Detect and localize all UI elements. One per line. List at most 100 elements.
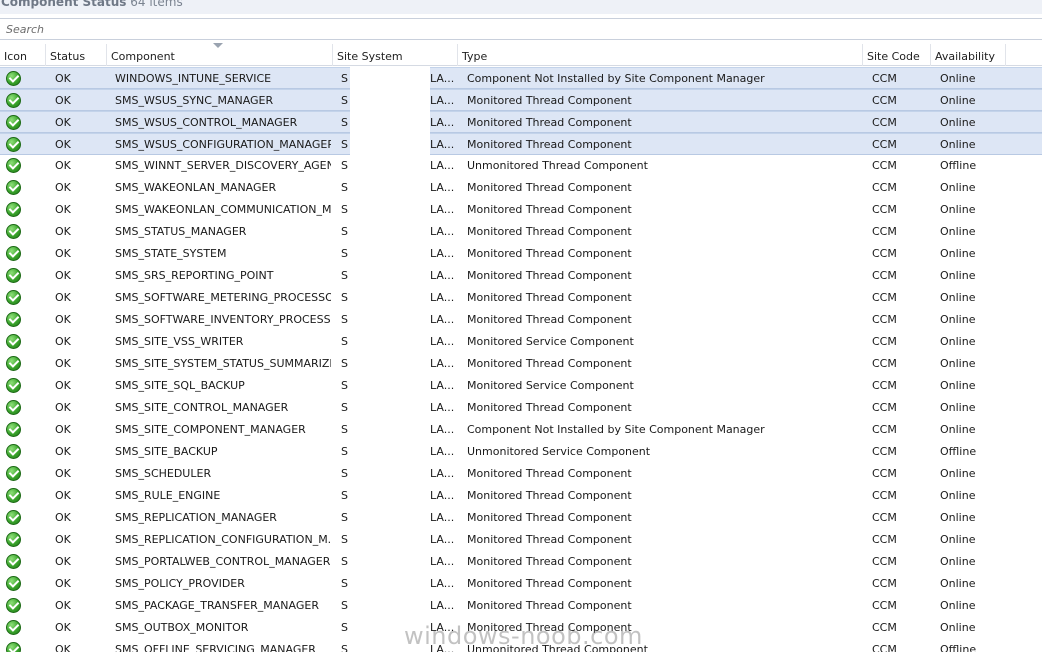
site-system-prefix: S [341, 138, 348, 151]
table-row[interactable]: OK SMS_POLICY_PROVIDER S LA... Monitored Thr… [0, 573, 1042, 595]
table-row[interactable]: OK SMS_SITE_BACKUP S LA... Unmonitored Servi… [0, 441, 1042, 463]
table-row[interactable]: OK SMS_WAKEONLAN_COMMUNICATION_M... S LA...… [0, 199, 1042, 221]
status-cell: OK [55, 511, 71, 524]
site-system-prefix: S [341, 599, 348, 612]
site-system-prefix: S [341, 72, 348, 85]
ok-check-icon [6, 576, 21, 591]
table-row[interactable]: OK SMS_SCHEDULER S LA... Monitored Thread Co… [0, 463, 1042, 485]
icon-cell [6, 265, 22, 287]
site-system-prefix: S [341, 643, 348, 652]
column-header-site-system[interactable]: Site System [333, 44, 458, 66]
status-cell: OK [55, 467, 71, 480]
site-system-prefix: S [341, 621, 348, 634]
table-row[interactable]: OK SMS_SOFTWARE_INVENTORY_PROCESSOR S LA...… [0, 309, 1042, 331]
column-header-availability[interactable]: Availability [931, 44, 1006, 66]
item-count: 64 items [130, 0, 183, 9]
icon-cell [6, 617, 22, 639]
site-system-suffix: LA... [430, 247, 455, 260]
availability-cell: Online [940, 269, 976, 282]
component-cell: SMS_REPLICATION_CONFIGURATION_M... [115, 533, 331, 546]
table-row[interactable]: OK WINDOWS_INTUNE_SERVICE S LA... Component … [0, 67, 1042, 89]
site-code-cell: CCM [872, 247, 897, 260]
status-cell: OK [55, 423, 71, 436]
table-row[interactable]: OK SMS_WAKEONLAN_MANAGER S LA... Monitored T… [0, 177, 1042, 199]
table-row[interactable]: OK SMS_WSUS_SYNC_MANAGER S LA... Monitored T… [0, 89, 1042, 111]
column-header-row: Icon Status Component Site System Type S… [0, 43, 1042, 66]
site-system-prefix: S [341, 577, 348, 590]
ok-check-icon [6, 246, 21, 261]
icon-cell [6, 485, 22, 507]
site-code-cell: CCM [872, 643, 897, 652]
site-code-cell: CCM [872, 423, 897, 436]
site-system-suffix: LA... [430, 445, 455, 458]
site-system-suffix: LA... [430, 357, 455, 370]
site-code-cell: CCM [872, 445, 897, 458]
table-row[interactable]: OK SMS_REPLICATION_MANAGER S LA... Monitored… [0, 507, 1042, 529]
table-row[interactable]: OK SMS_SITE_CONTROL_MANAGER S LA... Monitore… [0, 397, 1042, 419]
table-row[interactable]: OK SMS_SITE_SYSTEM_STATUS_SUMMARIZER S LA..… [0, 353, 1042, 375]
status-cell: OK [55, 247, 71, 260]
site-code-cell: CCM [872, 555, 897, 568]
site-code-cell: CCM [872, 269, 897, 282]
availability-cell: Online [940, 313, 976, 326]
site-system-suffix: LA... [430, 203, 455, 216]
column-header-status[interactable]: Status [46, 44, 107, 66]
ok-check-icon [6, 554, 21, 569]
status-cell: OK [55, 313, 71, 326]
availability-cell: Online [940, 357, 976, 370]
availability-cell: Online [940, 423, 976, 436]
ok-check-icon [6, 488, 21, 503]
table-row[interactable]: OK SMS_SITE_VSS_WRITER S LA... Monitored Ser… [0, 331, 1042, 353]
ok-check-icon [6, 93, 21, 108]
window-title: Component Status [1, 0, 127, 9]
type-cell: Monitored Thread Component [467, 489, 632, 502]
table-row[interactable]: OK SMS_RULE_ENGINE S LA... Monitored Thread … [0, 485, 1042, 507]
site-system-prefix: S [341, 423, 348, 436]
icon-cell [6, 177, 22, 199]
table-row[interactable]: OK SMS_STATUS_MANAGER S LA... Monitored Thre… [0, 221, 1042, 243]
site-system-suffix: LA... [430, 335, 455, 348]
table-row[interactable]: OK SMS_SITE_COMPONENT_MANAGER S LA... Compon… [0, 419, 1042, 441]
site-code-cell: CCM [872, 533, 897, 546]
status-cell: OK [55, 138, 71, 151]
component-cell: SMS_REPLICATION_MANAGER [115, 511, 277, 524]
column-header-icon[interactable]: Icon [0, 44, 46, 66]
table-row[interactable]: OK SMS_STATE_SYSTEM S LA... Monitored Thread… [0, 243, 1042, 265]
component-cell: SMS_PACKAGE_TRANSFER_MANAGER [115, 599, 319, 612]
ok-check-icon [6, 268, 21, 283]
column-header-type[interactable]: Type [458, 44, 863, 66]
status-cell: OK [55, 401, 71, 414]
site-system-suffix: LA... [430, 511, 455, 524]
ok-check-icon [6, 444, 21, 459]
table-row[interactable]: OK SMS_PACKAGE_TRANSFER_MANAGER S LA... Moni… [0, 595, 1042, 617]
table-row[interactable]: OK SMS_SITE_SQL_BACKUP S LA... Monitored Ser… [0, 375, 1042, 397]
site-system-prefix: S [341, 225, 348, 238]
table-row[interactable]: OK SMS_REPLICATION_CONFIGURATION_M... S LA.… [0, 529, 1042, 551]
site-code-cell: CCM [872, 181, 897, 194]
type-cell: Monitored Thread Component [467, 577, 632, 590]
column-header-site-code[interactable]: Site Code [863, 44, 931, 66]
ok-check-icon [6, 334, 21, 349]
type-cell: Component Not Installed by Site Componen… [467, 72, 765, 85]
availability-cell: Online [940, 72, 976, 85]
table-row[interactable]: OK SMS_WSUS_CONFIGURATION_MANAGER S LA... Mo… [0, 133, 1042, 155]
ok-check-icon [6, 71, 21, 86]
table-row[interactable]: OK SMS_PORTALWEB_CONTROL_MANAGER S LA... Mon… [0, 551, 1042, 573]
availability-cell: Online [940, 203, 976, 216]
component-cell: SMS_WSUS_CONFIGURATION_MANAGER [115, 138, 331, 151]
table-row[interactable]: OK SMS_SOFTWARE_METERING_PROCESSOR S LA... M… [0, 287, 1042, 309]
table-row[interactable]: OK SMS_WINNT_SERVER_DISCOVERY_AGENT S LA...… [0, 155, 1042, 177]
table-row[interactable]: OK SMS_SRS_REPORTING_POINT S LA... Monitored… [0, 265, 1042, 287]
site-system-suffix: LA... [430, 577, 455, 590]
component-cell: SMS_POLICY_PROVIDER [115, 577, 245, 590]
search-input[interactable] [0, 19, 1042, 39]
component-list: OK WINDOWS_INTUNE_SERVICE S LA... Component … [0, 67, 1042, 652]
status-cell: OK [55, 555, 71, 568]
sort-descending-icon [213, 43, 223, 48]
site-system-prefix: S [341, 247, 348, 260]
site-code-cell: CCM [872, 599, 897, 612]
table-row[interactable]: OK SMS_WSUS_CONTROL_MANAGER S LA... Monitore… [0, 111, 1042, 133]
availability-cell: Online [940, 599, 976, 612]
site-system-prefix: S [341, 357, 348, 370]
component-cell: SMS_WAKEONLAN_COMMUNICATION_M... [115, 203, 331, 216]
